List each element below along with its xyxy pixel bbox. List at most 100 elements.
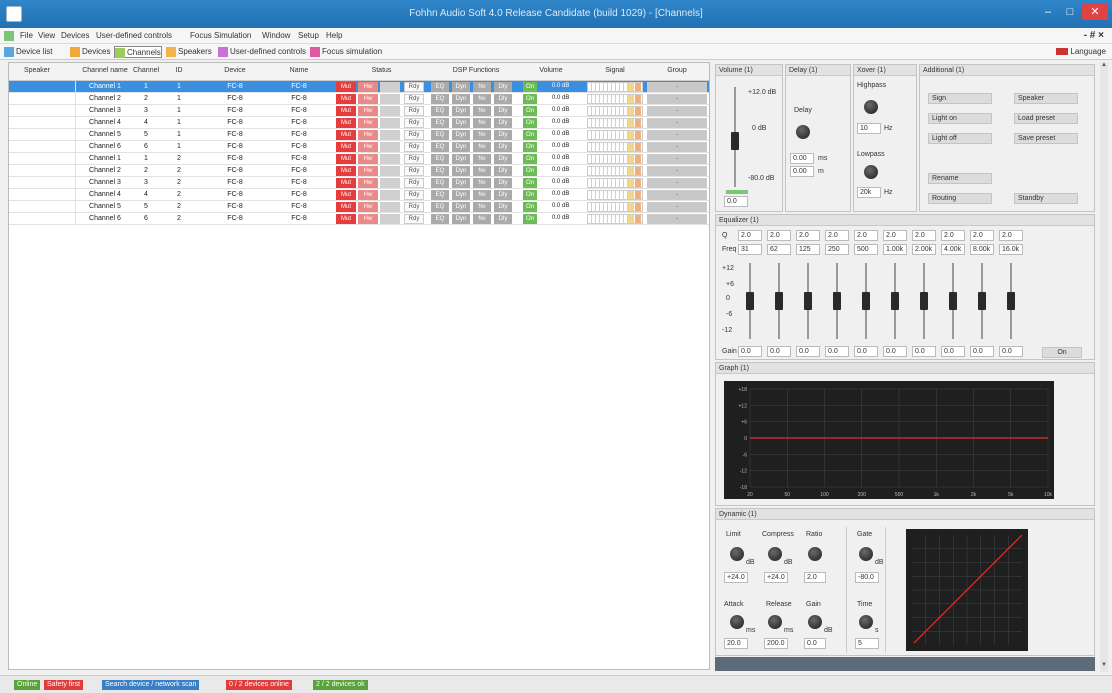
tab-speakers[interactable]: Speakers	[166, 46, 212, 58]
eq-gain-field[interactable]: 0.0	[854, 346, 878, 357]
eq-gain-field[interactable]: 0.0	[970, 346, 994, 357]
dsp-eq[interactable]: EQ	[431, 142, 449, 152]
mute-status[interactable]: Mut	[336, 178, 356, 188]
table-row[interactable]: Channel 5 5 2 FC-8 FC-8 Mut Hw Rdy EQ Dyn Nv Dly On 0…	[9, 201, 709, 213]
eq-band-thumb[interactable]	[775, 292, 783, 310]
dsp-dyn[interactable]: Dyn	[452, 190, 470, 200]
mute-status[interactable]: Mut	[336, 106, 356, 116]
table-row[interactable]: Channel 6 6 1 FC-8 FC-8 Mut Hw Rdy EQ Dyn Nv Dly On 0…	[9, 141, 709, 153]
channel-on-toggle[interactable]: On	[523, 214, 537, 224]
gate-field[interactable]: -80.0	[855, 572, 879, 583]
channel-on-toggle[interactable]: On	[523, 106, 537, 116]
dsp-eq[interactable]: EQ	[431, 130, 449, 140]
group-select[interactable]: -	[647, 130, 707, 140]
dsp-dly[interactable]: Dly	[494, 142, 512, 152]
mute-status[interactable]: Mut	[336, 142, 356, 152]
dsp-eq[interactable]: EQ	[431, 118, 449, 128]
table-row[interactable]: Channel 4 4 2 FC-8 FC-8 Mut Hw Rdy EQ Dyn Nv Dly On 0…	[9, 189, 709, 201]
tab-devices[interactable]: Devices	[70, 46, 110, 58]
lowpass-field[interactable]: 20k	[857, 187, 881, 198]
mute-status[interactable]: Mut	[336, 202, 356, 212]
delay-ms-field[interactable]: 0.00	[790, 153, 814, 164]
channel-on-toggle[interactable]: On	[523, 154, 537, 164]
load-preset-button[interactable]: Load preset	[1014, 113, 1078, 124]
dsp-dyn[interactable]: Dyn	[452, 82, 470, 92]
delay-knob[interactable]	[796, 125, 810, 139]
eq-q-field[interactable]: 2.0	[825, 230, 849, 241]
eq-q-field[interactable]: 2.0	[738, 230, 762, 241]
tab-focus-simulation[interactable]: Focus simulation	[310, 46, 382, 58]
eq-band-thumb[interactable]	[862, 292, 870, 310]
dsp-eq[interactable]: EQ	[431, 178, 449, 188]
channel-on-toggle[interactable]: On	[523, 82, 537, 92]
mute-status[interactable]: Mut	[336, 82, 356, 92]
minimize-button[interactable]: –	[1038, 4, 1058, 20]
eq-q-field[interactable]: 2.0	[796, 230, 820, 241]
dsp-eq[interactable]: EQ	[431, 106, 449, 116]
eq-gain-field[interactable]: 0.0	[825, 346, 849, 357]
dsp-nv[interactable]: Nv	[473, 94, 491, 104]
channel-on-toggle[interactable]: On	[523, 118, 537, 128]
mute-status[interactable]: Mut	[336, 118, 356, 128]
mute-status[interactable]: Mut	[336, 94, 356, 104]
maximize-button[interactable]: □	[1060, 4, 1080, 20]
col-dsp-functions[interactable]: DSP Functions	[431, 67, 521, 74]
channel-on-toggle[interactable]: On	[523, 202, 537, 212]
time-field[interactable]: 5	[855, 638, 879, 649]
light-on-button[interactable]: Light on	[928, 113, 992, 124]
language-button[interactable]: Language	[1056, 47, 1106, 56]
col-channel-name[interactable]: Channel name	[79, 67, 131, 74]
eq-band-thumb[interactable]	[920, 292, 928, 310]
dsp-dly[interactable]: Dly	[494, 190, 512, 200]
eq-freq-field[interactable]: 500	[854, 244, 878, 255]
attack-field[interactable]: 20.0	[724, 638, 748, 649]
dsp-nv[interactable]: Nv	[473, 130, 491, 140]
dsp-dly[interactable]: Dly	[494, 202, 512, 212]
right-scrollbar[interactable]: ▲ ▼	[1100, 62, 1108, 672]
table-row[interactable]: Channel 1 1 2 FC-8 FC-8 Mut Hw Rdy EQ Dyn Nv Dly On 0…	[9, 153, 709, 165]
menu-user-defined[interactable]: User-defined controls	[96, 31, 172, 40]
eq-freq-field[interactable]: 16.0k	[999, 244, 1023, 255]
eq-freq-field[interactable]: 125	[796, 244, 820, 255]
gain-knob[interactable]	[808, 615, 822, 629]
eq-gain-field[interactable]: 0.0	[999, 346, 1023, 357]
table-row[interactable]: Channel 6 6 2 FC-8 FC-8 Mut Hw Rdy EQ Dyn Nv Dly On 0…	[9, 213, 709, 225]
routing-button[interactable]: Routing	[928, 193, 992, 204]
eq-gain-field[interactable]: 0.0	[796, 346, 820, 357]
group-select[interactable]: -	[647, 154, 707, 164]
dsp-dly[interactable]: Dly	[494, 106, 512, 116]
close-button[interactable]: ✕	[1082, 4, 1108, 20]
menu-view[interactable]: View	[38, 31, 55, 40]
group-select[interactable]: -	[647, 202, 707, 212]
menu-focus-simulation[interactable]: Focus Simulation	[190, 31, 251, 40]
dsp-eq[interactable]: EQ	[431, 154, 449, 164]
eq-q-field[interactable]: 2.0	[970, 230, 994, 241]
menu-file[interactable]: File	[20, 31, 33, 40]
dsp-dly[interactable]: Dly	[494, 94, 512, 104]
mute-status[interactable]: Mut	[336, 154, 356, 164]
dsp-eq[interactable]: EQ	[431, 214, 449, 224]
delay-m-field[interactable]: 0.00	[790, 166, 814, 177]
tab-device-list[interactable]: Device list	[4, 46, 52, 58]
dsp-nv[interactable]: Nv	[473, 142, 491, 152]
standby-button[interactable]: Standby	[1014, 193, 1078, 204]
save-preset-button[interactable]: Save preset	[1014, 133, 1078, 144]
mute-status[interactable]: Mut	[336, 130, 356, 140]
eq-freq-field[interactable]: 4.00k	[941, 244, 965, 255]
channel-on-toggle[interactable]: On	[523, 94, 537, 104]
group-select[interactable]: -	[647, 178, 707, 188]
eq-q-field[interactable]: 2.0	[854, 230, 878, 241]
dsp-dly[interactable]: Dly	[494, 82, 512, 92]
eq-freq-field[interactable]: 31	[738, 244, 762, 255]
eq-q-field[interactable]: 2.0	[999, 230, 1023, 241]
compress-knob[interactable]	[768, 547, 782, 561]
mute-status[interactable]: Mut	[336, 166, 356, 176]
table-row[interactable]: Channel 2 2 2 FC-8 FC-8 Mut Hw Rdy EQ Dyn Nv Dly On 0…	[9, 165, 709, 177]
dsp-dyn[interactable]: Dyn	[452, 178, 470, 188]
eq-gain-field[interactable]: 0.0	[883, 346, 907, 357]
eq-freq-field[interactable]: 2.00k	[912, 244, 936, 255]
eq-band-thumb[interactable]	[891, 292, 899, 310]
tab-channels[interactable]: Channels	[114, 46, 162, 58]
mute-status[interactable]: Mut	[336, 190, 356, 200]
dsp-dyn[interactable]: Dyn	[452, 142, 470, 152]
